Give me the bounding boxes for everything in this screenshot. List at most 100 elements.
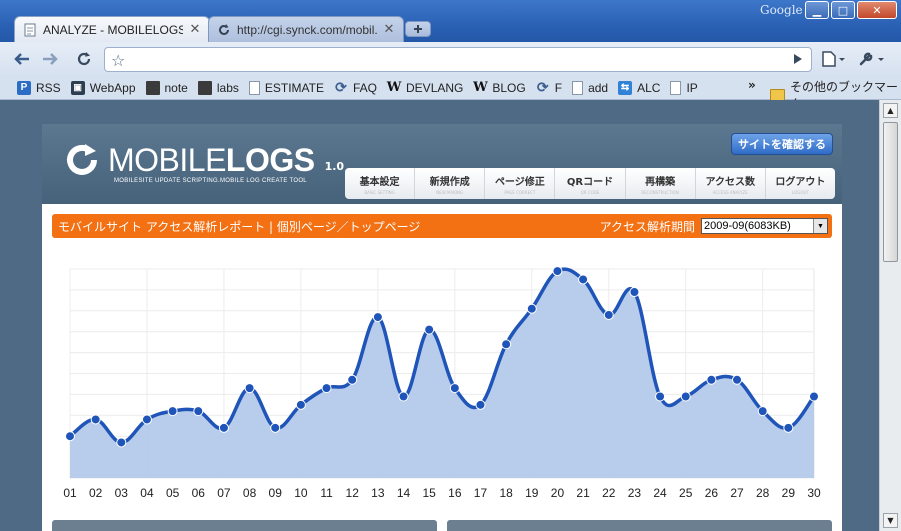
nav-item-4[interactable]: 再構築 RECONSTRUCTION <box>626 168 696 199</box>
new-tab-button[interactable] <box>405 21 431 37</box>
bookmark-rss[interactable]: P RSS <box>12 78 66 98</box>
tab-label: http://cgi.synck.com/mobil... <box>237 22 377 37</box>
address-bar[interactable]: ☆ <box>104 47 812 72</box>
x-tick-label: 08 <box>243 486 257 500</box>
forward-button[interactable] <box>38 47 62 71</box>
data-point-18 <box>501 339 512 350</box>
x-tick-label: 01 <box>63 486 77 500</box>
go-button[interactable] <box>786 47 810 71</box>
nav-sublabel: LOGOUT <box>791 189 809 195</box>
x-tick-label: 14 <box>397 486 411 500</box>
reload-icon <box>219 23 229 35</box>
data-point-12 <box>347 374 358 385</box>
maximize-button[interactable]: □ <box>831 1 855 19</box>
star-icon[interactable]: ☆ <box>111 51 125 70</box>
x-tick-label: 07 <box>217 486 231 500</box>
nav-item-0[interactable]: 基本設定 BASIC SETTING <box>345 168 416 199</box>
rss-icon: P <box>17 80 31 95</box>
nav-sublabel: RECONSTRUCTION <box>641 189 679 195</box>
page-icon <box>24 23 36 36</box>
nav-sublabel: NEW MAKING <box>436 189 464 195</box>
minimize-button[interactable]: ▁ <box>805 1 829 19</box>
w-icon: W <box>473 80 488 95</box>
x-tick-label: 15 <box>422 486 436 500</box>
report-title: モバイルサイト アクセス解析レポート | 個別ページ／トップページ <box>58 219 421 234</box>
bookmark-add[interactable]: add <box>567 78 613 98</box>
bookmark-devlang[interactable]: W DEVLANG <box>382 78 468 98</box>
refresh-logo-icon <box>67 144 97 175</box>
bookmark-estimate[interactable]: ESTIMATE <box>244 78 329 98</box>
bookmark-f[interactable]: ⟳ F <box>531 78 567 98</box>
bookmark-webapp[interactable]: ▣ WebApp <box>66 78 141 98</box>
nav-item-1[interactable]: 新規作成 NEW MAKING <box>415 168 486 199</box>
reload-icon: ⟳ <box>536 79 549 95</box>
x-tick-label: 11 <box>320 486 333 500</box>
w-icon: W <box>386 80 402 95</box>
x-tick-label: 21 <box>576 486 590 500</box>
scroll-thumb[interactable] <box>883 122 898 262</box>
data-point-16 <box>449 383 460 394</box>
browser-toolbar: ☆ <box>0 42 901 76</box>
page-menu-button[interactable] <box>818 47 848 71</box>
page-viewport: MOBILELOGS 1.0 MOBILESITE UPDATE SCRIPTI… <box>0 100 879 531</box>
nav-item-5[interactable]: アクセス数 ACCESS ANALYZE <box>696 168 766 199</box>
scroll-down-arrow-icon[interactable]: ▼ <box>883 513 898 528</box>
back-button[interactable] <box>10 47 34 71</box>
nav-label: ページ修正 <box>494 176 545 188</box>
data-point-20 <box>552 266 563 277</box>
data-point-25 <box>680 391 691 402</box>
x-tick-label: 29 <box>782 486 796 500</box>
period-select[interactable]: 2009-09(6083KB) ▼ <box>701 218 828 234</box>
back-arrow-icon <box>14 53 29 65</box>
data-point-26 <box>706 374 717 385</box>
tab-label: ANALYZE - MOBILELOGS <box>43 22 183 37</box>
site-logo[interactable]: MOBILELOGS 1.0 <box>64 142 344 178</box>
bookmarks-overflow-button[interactable]: » <box>748 78 756 92</box>
access-chart: 01 02 03 04 05 06 07 08 09 10 11 12 13 14 15 16 17 18 19 20… <box>63 266 821 500</box>
tab-analyze[interactable]: ANALYZE - MOBILELOGS ✕ <box>14 16 210 42</box>
data-point-05 <box>167 406 178 417</box>
bookmark-ip[interactable]: IP <box>665 78 702 98</box>
data-point-07 <box>218 422 229 433</box>
bookmark-faq[interactable]: ⟳ FAQ <box>329 78 382 98</box>
data-point-15 <box>424 324 435 335</box>
close-window-button[interactable]: ✕ <box>857 1 897 19</box>
bookmarks-bar: P RSS ▣ WebApp note labs ESTIMATE ⟳ FAQ W DEVLANG W… <box>0 76 901 111</box>
bookmark-note[interactable]: note <box>141 78 193 98</box>
nav-item-3[interactable]: QRコード QR CODE <box>555 168 626 199</box>
scroll-up-arrow-icon[interactable]: ▲ <box>883 103 898 118</box>
period-label: アクセス解析期間 <box>599 219 695 234</box>
tab-synck[interactable]: http://cgi.synck.com/mobil... ✕ <box>208 16 404 42</box>
nav-item-2[interactable]: ページ修正 PAGE CORRECT <box>485 168 556 199</box>
vertical-scrollbar[interactable]: ▲ ▼ <box>879 100 901 531</box>
visit-site-button[interactable]: サイトを確認する <box>731 133 833 155</box>
tools-menu-button[interactable] <box>856 47 888 71</box>
x-tick-label: 04 <box>140 486 154 500</box>
data-point-04 <box>141 414 152 425</box>
bookmark-labs[interactable]: labs <box>193 78 244 98</box>
play-arrow-icon <box>794 54 802 64</box>
url-input[interactable] <box>105 49 811 70</box>
close-icon[interactable]: ✕ <box>189 22 201 37</box>
browser-titlebar: ANALYZE - MOBILELOGS ✕ http://cgi.synck.… <box>0 0 901 42</box>
bookmark-blog[interactable]: W BLOG <box>468 78 530 98</box>
x-tick-label: 05 <box>166 486 180 500</box>
x-tick-label: 13 <box>371 486 385 500</box>
close-icon[interactable]: ✕ <box>383 22 395 37</box>
data-point-06 <box>193 406 204 417</box>
data-point-02 <box>90 414 101 425</box>
bookmark-label: F <box>554 80 563 95</box>
bookmark-alc[interactable]: ⇆ ALC <box>613 78 665 98</box>
data-point-23 <box>629 286 640 297</box>
x-tick-label: 23 <box>628 486 642 500</box>
data-point-01 <box>65 431 75 442</box>
data-point-22 <box>603 309 614 320</box>
reload-button[interactable] <box>72 47 96 71</box>
x-tick-label: 03 <box>115 486 129 500</box>
logo-text: MOBILELOGS <box>108 142 315 178</box>
x-tick-label: 27 <box>730 486 744 500</box>
x-tick-label: 09 <box>269 486 283 500</box>
bookmark-label: BLOG <box>492 80 526 95</box>
nav-label: 基本設定 <box>359 176 400 188</box>
nav-item-6[interactable]: ログアウト LOGOUT <box>766 168 835 199</box>
